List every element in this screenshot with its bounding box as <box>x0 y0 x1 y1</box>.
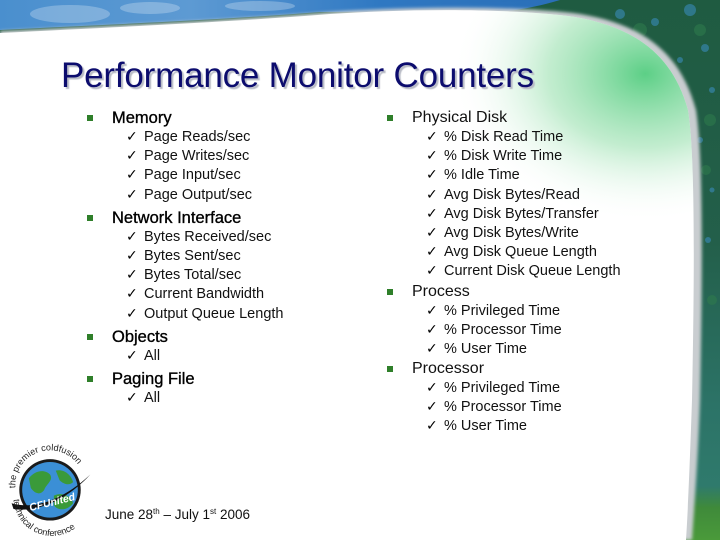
checkmark-icon: ✓ <box>426 263 438 280</box>
checkmark-icon: ✓ <box>426 148 438 165</box>
counter-label: Page Reads/sec <box>144 129 251 145</box>
checkmark-icon: ✓ <box>426 380 438 397</box>
category-label: Objects <box>112 327 168 346</box>
cfunited-logo: CFUnited the premier coldfusion technica… <box>7 442 91 536</box>
date-start: June 28 <box>105 507 154 522</box>
date-start-suffix: th <box>153 507 160 516</box>
counter-label: Page Writes/sec <box>144 148 250 165</box>
checkmark-icon: ✓ <box>426 186 438 203</box>
counter-label: % Processor Time <box>444 321 562 338</box>
conference-dates: June 28th – July 1st 2006 <box>105 507 250 522</box>
counter-label: Avg Disk Queue Length <box>444 244 597 261</box>
counter-label: % User Time <box>444 418 527 435</box>
counter-label: % User Time <box>444 340 527 357</box>
counter-label: Page Output/sec <box>144 186 253 203</box>
counter-label: Bytes Received/sec <box>144 228 272 245</box>
counter-label: Current Disk Queue Length <box>444 263 621 280</box>
checkmark-icon: ✓ <box>126 167 138 184</box>
checkmark-icon: ✓ <box>126 129 138 145</box>
checkmark-icon: ✓ <box>426 129 438 145</box>
checkmark-icon: ✓ <box>426 302 438 319</box>
counter-label: Current Bandwidth <box>144 286 265 303</box>
checkmark-icon: ✓ <box>426 244 438 261</box>
counter-label: Avg Disk Bytes/Write <box>444 224 579 241</box>
category-label: Processor <box>412 360 485 378</box>
counter-label: % Privileged Time <box>444 380 561 397</box>
square-bullet-icon <box>87 214 93 221</box>
checkmark-icon: ✓ <box>126 186 138 203</box>
checkmark-icon: ✓ <box>426 321 438 338</box>
square-bullet-icon <box>87 375 93 382</box>
checkmark-icon: ✓ <box>126 286 138 303</box>
category-label: Process <box>412 282 470 300</box>
square-bullet-icon <box>387 115 393 121</box>
square-bullet-icon <box>87 333 93 340</box>
checkmark-icon: ✓ <box>426 418 438 435</box>
slide: Performance Monitor Counters Memory ✓ Page… <box>0 0 720 540</box>
category-label: Network Interface <box>112 208 242 227</box>
checkmark-icon: ✓ <box>126 247 138 264</box>
checkmark-icon: ✓ <box>426 224 438 241</box>
square-bullet-icon <box>87 115 93 121</box>
date-year: 2006 <box>216 507 251 522</box>
counter-label: Bytes Total/sec <box>144 267 242 284</box>
checkmark-icon: ✓ <box>426 205 438 222</box>
checkmark-icon: ✓ <box>126 389 138 406</box>
counter-label: % Disk Write Time <box>444 148 563 165</box>
counter-label: Avg Disk Bytes/Read <box>444 186 580 203</box>
category-label: Paging File <box>112 369 195 388</box>
category-label: Memory <box>112 109 172 127</box>
checkmark-icon: ✓ <box>126 228 138 245</box>
checkmark-icon: ✓ <box>126 305 138 322</box>
counter-label: % Privileged Time <box>444 302 561 319</box>
category-label: Physical Disk <box>412 109 508 126</box>
counter-label: Output Queue Length <box>144 305 284 322</box>
counter-label: % Processor Time <box>444 399 562 416</box>
counter-label: All <box>144 347 161 364</box>
counter-label: Page Input/sec <box>144 167 241 184</box>
checkmark-icon: ✓ <box>426 167 438 184</box>
counter-label: % Disk Read Time <box>444 129 564 145</box>
checkmark-icon: ✓ <box>426 340 438 357</box>
slide-title: Performance Monitor Counters <box>61 56 534 95</box>
checkmark-icon: ✓ <box>426 399 438 416</box>
counter-label: % Idle Time <box>444 167 520 184</box>
checkmark-icon: ✓ <box>126 267 138 284</box>
date-separator: – <box>159 507 175 522</box>
square-bullet-icon <box>387 288 393 295</box>
checkmark-icon: ✓ <box>126 148 138 165</box>
square-bullet-icon <box>387 366 393 373</box>
counter-label: Bytes Sent/sec <box>144 247 241 264</box>
counter-label: Avg Disk Bytes/Transfer <box>444 205 599 222</box>
checkmark-icon: ✓ <box>126 347 138 364</box>
date-end: July 1 <box>174 507 211 522</box>
counter-label: All <box>144 389 161 406</box>
